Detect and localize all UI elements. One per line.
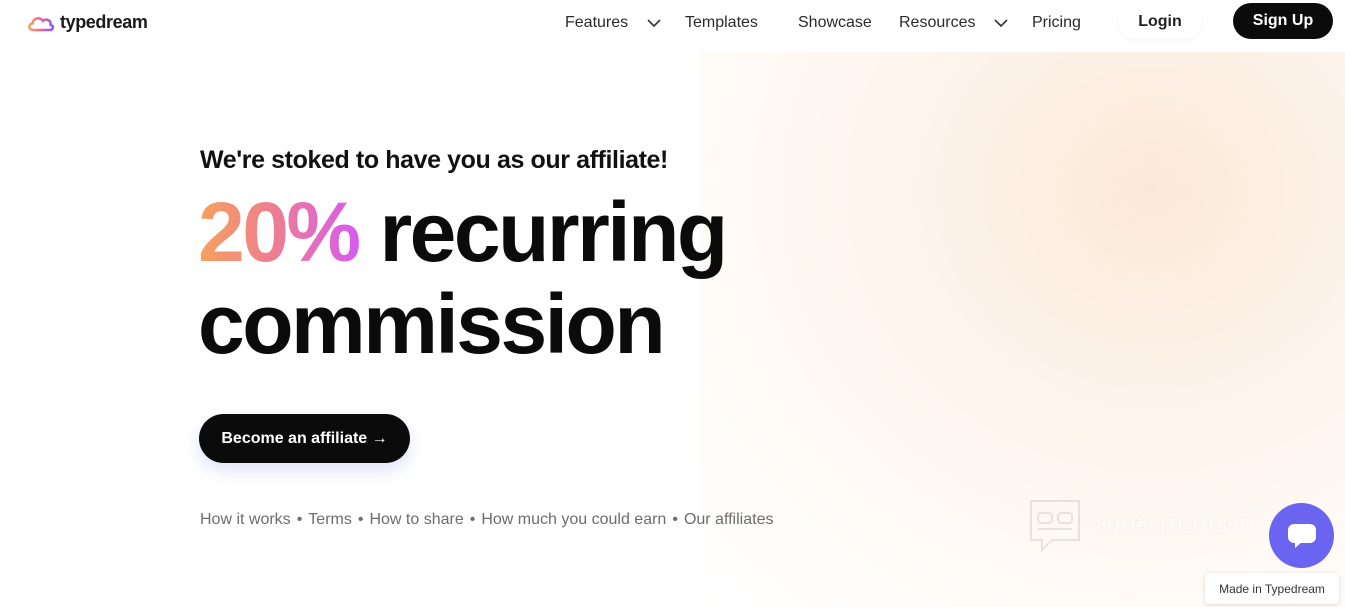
nav-resources[interactable]: Resources: [899, 14, 975, 32]
link-terms[interactable]: Terms: [308, 511, 352, 529]
link-separator: •: [672, 511, 678, 528]
affiliate-links: How it works • Terms • How to share • Ho…: [200, 511, 773, 529]
watermark: ПАРТНЕРКИН: [1028, 498, 1256, 554]
site-header: typedream Features Templates Showcase Re…: [0, 0, 1345, 48]
watermark-logo-icon: [1030, 500, 1080, 553]
nav-features[interactable]: Features: [565, 14, 628, 32]
link-separator: •: [469, 511, 476, 528]
link-our-affiliates[interactable]: Our affiliates: [684, 511, 774, 529]
cloud-logo-icon: [28, 16, 55, 31]
become-affiliate-button[interactable]: Become an affiliate →: [199, 414, 410, 463]
hero-headline: 20% recurring commission: [198, 185, 728, 371]
link-how-much-earn[interactable]: How much you could earn: [481, 511, 666, 529]
chat-bubble-icon: [1287, 523, 1316, 548]
nav-templates[interactable]: Templates: [685, 14, 758, 32]
headline-line2: commission: [198, 277, 666, 371]
logo-link[interactable]: typedream: [26, 12, 148, 33]
login-button[interactable]: Login: [1118, 5, 1202, 39]
link-separator: •: [296, 511, 303, 528]
chevron-down-icon[interactable]: [994, 17, 1008, 29]
link-how-it-works[interactable]: How it works: [200, 511, 291, 529]
made-in-typedream-badge[interactable]: Made in Typedream: [1205, 573, 1339, 604]
link-separator: •: [357, 511, 364, 528]
nav-showcase[interactable]: Showcase: [798, 14, 872, 32]
headline-percentage: 20%: [198, 185, 361, 279]
watermark-text: ПАРТНЕРКИН: [1096, 513, 1256, 538]
chat-button[interactable]: [1269, 503, 1334, 568]
link-how-to-share[interactable]: How to share: [369, 511, 463, 529]
chevron-down-icon[interactable]: [647, 17, 661, 29]
logo-text: typedream: [60, 12, 148, 32]
hero-eyebrow: We're stoked to have you as our affiliat…: [200, 146, 668, 174]
signup-button[interactable]: Sign Up: [1233, 3, 1333, 39]
headline-line1-rest: recurring: [358, 185, 728, 279]
nav-pricing[interactable]: Pricing: [1032, 14, 1081, 32]
